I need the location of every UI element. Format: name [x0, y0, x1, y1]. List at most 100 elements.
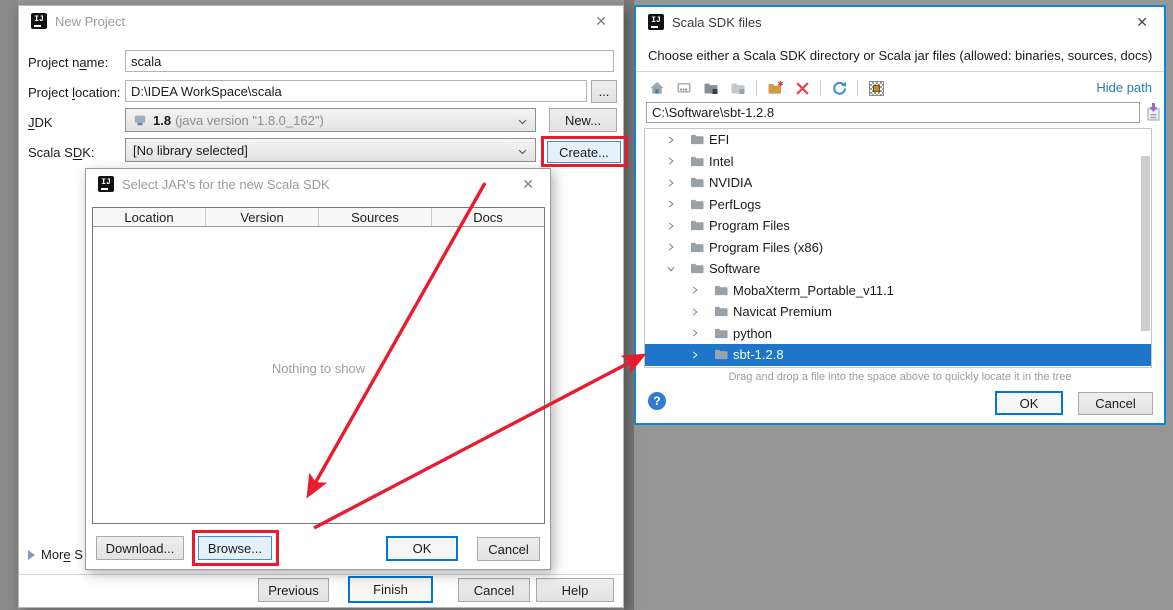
tree-label: Program Files	[709, 218, 790, 233]
tree-label: Navicat Premium	[733, 304, 832, 319]
tree-label: EFI	[709, 132, 729, 147]
chevron-down-icon	[517, 145, 528, 160]
help-button[interactable]: Help	[536, 578, 614, 602]
folder-icon	[690, 219, 709, 232]
home-icon[interactable]	[646, 79, 668, 97]
expand-triangle-icon	[28, 550, 35, 560]
select-jars-titlebar: IJ Select JAR's for the new Scala SDK ✕	[86, 169, 550, 199]
cancel-button[interactable]: Cancel	[1078, 392, 1153, 415]
chevron-right-icon[interactable]	[666, 242, 690, 252]
chevron-right-icon[interactable]	[690, 328, 714, 338]
chevron-down-icon	[517, 115, 528, 130]
table-empty-text: Nothing to show	[93, 361, 544, 376]
previous-button[interactable]: Previous	[258, 578, 329, 602]
tree-label: MobaXterm_Portable_v11.1	[733, 283, 894, 298]
project-location-input[interactable]	[125, 80, 587, 102]
tree-row[interactable]: Software	[645, 258, 1151, 280]
path-input[interactable]	[646, 102, 1140, 123]
folder-icon	[714, 305, 733, 318]
column-header-sources[interactable]: Sources	[319, 208, 432, 226]
new-folder-icon[interactable]	[764, 79, 786, 97]
sdk-files-titlebar: IJ Scala SDK files ✕	[636, 7, 1164, 37]
tree-row[interactable]: Intel	[645, 151, 1151, 173]
intellij-logo-icon: IJ	[648, 14, 664, 30]
tree-row[interactable]: MobaXterm_Portable_v11.1	[645, 280, 1151, 302]
close-icon[interactable]: ✕	[518, 175, 538, 193]
ok-button[interactable]: OK	[386, 536, 458, 561]
file-chooser-toolbar	[646, 77, 892, 99]
tree-row-clipped[interactable]	[645, 366, 1151, 369]
cancel-button[interactable]: Cancel	[477, 537, 540, 561]
chevron-right-icon[interactable]	[666, 199, 690, 209]
scala-sdk-label: Scala SDK:	[28, 145, 95, 160]
tree-row[interactable]: Program Files (x86)	[645, 237, 1151, 259]
folder-icon	[690, 133, 709, 146]
tree-row-selected[interactable]: sbt-1.2.8	[645, 344, 1151, 366]
column-header-docs[interactable]: Docs	[432, 208, 544, 226]
tree-label: NVIDIA	[709, 175, 752, 190]
folder-icon	[690, 176, 709, 189]
file-tree: EFI Intel NVIDIA PerfLogs Program Files …	[644, 128, 1152, 368]
background-gap	[624, 0, 634, 610]
tree-row[interactable]: python	[645, 323, 1151, 345]
sdk-create-button[interactable]: Create...	[547, 141, 621, 163]
folder-icon	[690, 198, 709, 211]
tree-label: Software	[709, 261, 760, 276]
tree-scrollbar-thumb[interactable]	[1141, 156, 1150, 331]
folder-icon	[690, 241, 709, 254]
browse-button[interactable]: Browse...	[198, 536, 272, 560]
tree-label: PerfLogs	[709, 197, 761, 212]
toolbar-separator	[756, 80, 757, 96]
jdk-combobox[interactable]: 1.8 (java version "1.8.0_162")	[125, 108, 536, 132]
tree-row[interactable]: Navicat Premium	[645, 301, 1151, 323]
dialog-subtitle: Choose either a Scala SDK directory or S…	[648, 48, 1152, 63]
intellij-logo-icon: IJ	[31, 13, 47, 29]
project-name-label: Project name:	[28, 55, 108, 70]
drag-drop-hint: Drag and drop a file into the space abov…	[636, 371, 1164, 383]
tree-row[interactable]: EFI	[645, 129, 1151, 151]
jdk-label: JDK	[28, 115, 53, 130]
ok-button[interactable]: OK	[995, 391, 1063, 415]
button-bar-separator	[19, 574, 623, 575]
paste-path-icon[interactable]	[1144, 102, 1162, 122]
tree-label: Intel	[709, 154, 734, 169]
chevron-right-icon[interactable]	[666, 135, 690, 145]
chevron-right-icon[interactable]	[666, 221, 690, 231]
delete-icon[interactable]	[791, 79, 813, 97]
tree-row[interactable]: NVIDIA	[645, 172, 1151, 194]
chevron-right-icon[interactable]	[690, 307, 714, 317]
project-folder-icon[interactable]	[727, 79, 749, 97]
toolbar-separator	[820, 80, 821, 96]
desktop-icon[interactable]	[673, 79, 695, 97]
subtitle-separator	[636, 71, 1164, 72]
column-header-version[interactable]: Version	[206, 208, 319, 226]
folder-icon	[714, 284, 733, 297]
toolbar-separator	[857, 80, 858, 96]
folder-icon	[690, 155, 709, 168]
download-button[interactable]: Download...	[96, 536, 184, 560]
cancel-button[interactable]: Cancel	[458, 578, 530, 602]
tree-label: python	[733, 326, 772, 341]
column-header-location[interactable]: Location	[93, 208, 206, 226]
tree-row[interactable]: PerfLogs	[645, 194, 1151, 216]
close-icon[interactable]: ✕	[591, 12, 611, 30]
more-settings-toggle[interactable]: More S	[28, 547, 83, 562]
module-folder-icon[interactable]	[700, 79, 722, 97]
project-name-input[interactable]	[125, 50, 614, 72]
location-browse-button[interactable]: ...	[591, 80, 617, 103]
chevron-right-icon[interactable]	[690, 350, 714, 360]
background-left	[0, 0, 18, 610]
chevron-right-icon[interactable]	[690, 285, 714, 295]
show-hidden-files-icon[interactable]	[865, 79, 887, 97]
scala-sdk-combobox[interactable]: [No library selected]	[125, 138, 536, 162]
tree-row[interactable]: Program Files	[645, 215, 1151, 237]
help-icon[interactable]: ?	[648, 392, 666, 410]
chevron-right-icon[interactable]	[666, 178, 690, 188]
hide-path-link[interactable]: Hide path	[1096, 80, 1152, 95]
chevron-down-icon[interactable]	[666, 264, 690, 274]
finish-button[interactable]: Finish	[348, 576, 433, 603]
refresh-icon[interactable]	[828, 79, 850, 97]
close-icon[interactable]: ✕	[1132, 13, 1152, 31]
jdk-new-button[interactable]: New...	[549, 108, 617, 132]
chevron-right-icon[interactable]	[666, 156, 690, 166]
